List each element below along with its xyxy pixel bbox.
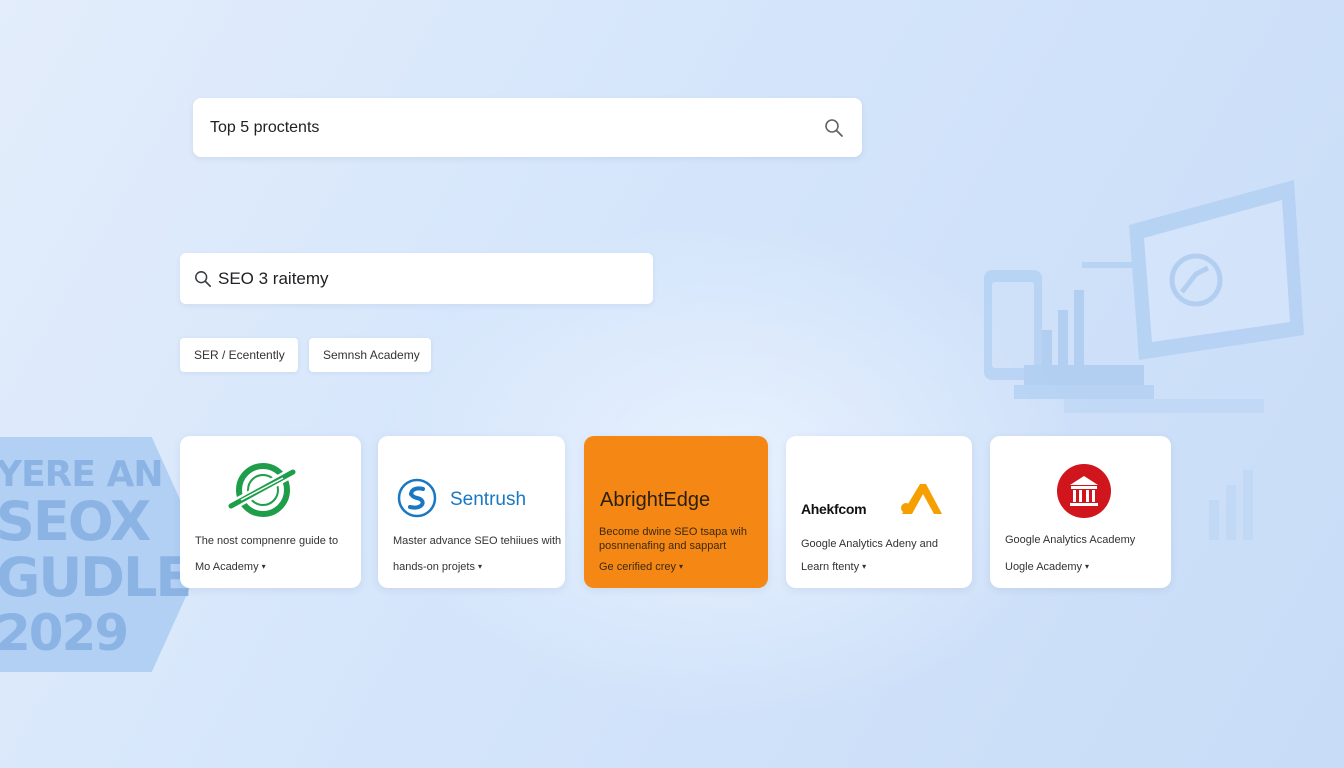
institution-badge-icon [1057, 464, 1111, 518]
filter-chip-2[interactable]: Semnsh Academy [309, 338, 431, 372]
card-link[interactable]: Ge cerified crey ▾ [599, 561, 683, 573]
card-link-label[interactable]: Ge cerified crey [599, 561, 676, 573]
search-icon [195, 270, 212, 287]
brand-name: Ahekfcom [801, 501, 867, 517]
course-card-3-highlighted[interactable]: AbrightEdge Become dwine SEO tsapa wih p… [584, 436, 768, 588]
course-card-1[interactable]: The nost compnenre guide to Mo Academy ▾ [180, 436, 361, 588]
course-card-2[interactable]: Sentrush Master advance SEO tehiiues wit… [378, 436, 565, 588]
card-link[interactable]: hands-on projets ▾ [393, 561, 482, 573]
chevron-down-icon: ▾ [261, 562, 266, 571]
chevron-down-icon: ▾ [679, 562, 684, 571]
card-link-label[interactable]: hands-on projets [393, 561, 475, 573]
brand-name: Sentrush [450, 489, 527, 510]
sentrush-s-logo-icon [397, 478, 437, 518]
banner-line-3: GUDLE [0, 546, 192, 610]
banner-line-4: 2029 [0, 604, 129, 663]
chevron-down-icon: ▾ [862, 562, 867, 571]
main-search-bar[interactable]: Top 5 proctents [193, 98, 862, 157]
card-description: The nost compnenre guide to [195, 535, 339, 547]
card-link[interactable]: Mo Academy ▾ [195, 561, 266, 573]
brand-name: AbrightEdge [600, 489, 711, 511]
search-icon[interactable] [824, 118, 844, 138]
card-description: Become dwine SEO tsapa wih [599, 526, 747, 538]
card-link-label[interactable]: Uogle Academy [1005, 561, 1082, 573]
guide-banner [0, 437, 205, 672]
chevron-down-icon: ▾ [1085, 562, 1090, 571]
card-description: Master advance SEO tehiiues with [393, 535, 562, 547]
card-link-label[interactable]: Mo Academy [195, 561, 259, 573]
banner-line-2: SEOX [0, 489, 151, 553]
card-description: Google Analytics Academy [1005, 534, 1136, 546]
secondary-search-input[interactable]: SEO 3 raitemy [218, 269, 329, 289]
course-card-4[interactable]: Ahekfcom Google Analytics Adeny and Lear… [786, 436, 972, 588]
card-link[interactable]: Learn ftenty ▾ [801, 561, 866, 573]
main-search-input[interactable]: Top 5 proctents [210, 119, 824, 137]
card-link-label[interactable]: Learn ftenty [801, 561, 859, 573]
ahrefs-chevron-icon [901, 484, 942, 514]
card-link[interactable]: Uogle Academy ▾ [1005, 561, 1089, 573]
secondary-search-bar[interactable]: SEO 3 raitemy [180, 253, 653, 304]
banner-text: YERE AN SEOX GUDLE 2029 [0, 454, 192, 663]
green-ring-logo-icon [227, 463, 298, 517]
course-card-5[interactable]: Google Analytics Academy Uogle Academy ▾ [990, 436, 1171, 588]
card-description-2: posnnenafing and sappart [599, 540, 727, 552]
banner-line-1: YERE AN [0, 454, 164, 495]
filter-chip-1[interactable]: SER / Ecentently [180, 338, 298, 372]
card-description: Google Analytics Adeny and [801, 538, 938, 550]
chevron-down-icon: ▾ [477, 562, 482, 571]
